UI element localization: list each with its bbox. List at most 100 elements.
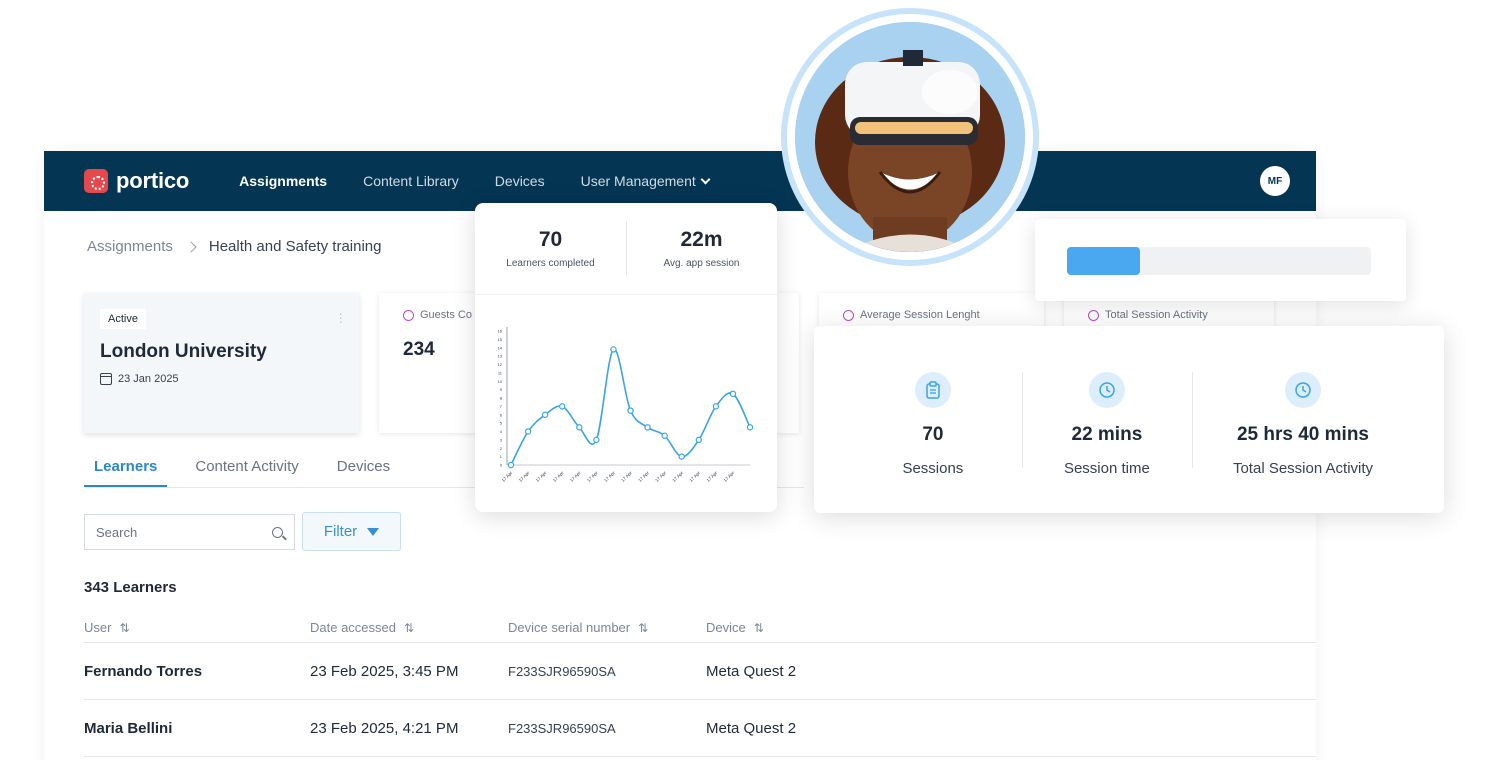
x-tick-label: 17 Apr bbox=[518, 470, 531, 483]
learners-table: User ⇅ Date accessed ⇅ Device serial numbe… bbox=[84, 613, 1316, 757]
sort-icon[interactable]: ⇅ bbox=[638, 621, 648, 635]
search-box[interactable] bbox=[84, 514, 295, 550]
data-point bbox=[712, 403, 720, 410]
kpi-learners-completed-value: 70 bbox=[538, 228, 563, 251]
tab-content-activity[interactable]: Content Activity bbox=[185, 451, 308, 487]
filter-button[interactable]: Filter bbox=[302, 512, 401, 551]
search-input[interactable] bbox=[96, 524, 272, 540]
y-tick-label: 14 bbox=[498, 345, 503, 350]
breadcrumb: Assignments Health and Safety training bbox=[87, 238, 382, 255]
nav-user-management-label: User Management bbox=[580, 173, 696, 189]
kpi-avg-app-session: 22m Avg. app session bbox=[626, 203, 777, 294]
cell-device: Meta Quest 2 bbox=[706, 662, 797, 680]
x-tick-label: 17 Apr bbox=[586, 470, 599, 483]
sort-icon[interactable]: ⇅ bbox=[119, 621, 129, 635]
learners-chart-card: 70 Learners completed 22m Avg. app sessi… bbox=[475, 203, 777, 512]
y-tick-label: 12 bbox=[498, 362, 503, 367]
x-tick-label: 17 Apr bbox=[654, 470, 667, 483]
y-tick-label: 13 bbox=[498, 354, 503, 359]
y-tick-label: 1 bbox=[500, 454, 503, 459]
y-tick-label: 8 bbox=[500, 396, 503, 401]
breadcrumb-current: Health and Safety training bbox=[208, 238, 382, 255]
guests-stat-label-text: Guests Co bbox=[420, 309, 472, 321]
progress-fill bbox=[1067, 247, 1140, 275]
main-nav: Assignments Content Library Devices User… bbox=[221, 173, 727, 189]
data-point bbox=[678, 453, 685, 460]
progress-card bbox=[1035, 219, 1406, 301]
sort-icon[interactable]: ⇅ bbox=[754, 621, 764, 635]
user-avatar[interactable]: MF bbox=[1260, 166, 1290, 196]
data-point bbox=[610, 346, 617, 353]
data-point bbox=[541, 411, 549, 418]
sessions-label: Sessions bbox=[902, 460, 964, 477]
filter-button-label: Filter bbox=[323, 523, 358, 540]
assignment-card[interactable]: Active · · · London University 23 Jan 2025 bbox=[84, 293, 359, 433]
column-header-label: User bbox=[84, 620, 112, 635]
x-tick-label: 17 Apr bbox=[637, 470, 650, 483]
y-tick-label: 7 bbox=[500, 404, 503, 409]
tab-learners[interactable]: Learners bbox=[84, 451, 168, 487]
total-activity-stat-label: Total Session Activity bbox=[1088, 309, 1250, 321]
data-point bbox=[627, 407, 634, 414]
column-header-date[interactable]: Date accessed ⇅ bbox=[310, 620, 508, 635]
data-point bbox=[507, 461, 515, 469]
y-tick-label: 9 bbox=[500, 387, 503, 392]
total-session-activity-value: 25 hrs 40 mins bbox=[1236, 424, 1370, 445]
breadcrumb-assignments-link[interactable]: Assignments bbox=[87, 238, 173, 255]
nav-user-management[interactable]: User Management bbox=[563, 173, 727, 189]
kpi-avg-app-session-value: 22m bbox=[680, 228, 723, 251]
total-activity-stat-label-text: Total Session Activity bbox=[1105, 309, 1208, 321]
y-tick-label: 0 bbox=[500, 463, 503, 468]
nav-devices[interactable]: Devices bbox=[477, 173, 563, 189]
x-tick-label: 17 Apr bbox=[688, 470, 701, 483]
table-row[interactable]: Fernando Torres 23 Feb 2025, 3:45 PM F23… bbox=[84, 643, 1316, 700]
top-navbar: portico Assignments Content Library Devi… bbox=[44, 151, 1316, 211]
total-session-activity-label: Total Session Activity bbox=[1232, 460, 1374, 477]
data-point bbox=[695, 436, 702, 444]
logo-mark-icon bbox=[84, 169, 108, 193]
table-header-row: User ⇅ Date accessed ⇅ Device serial numbe… bbox=[84, 613, 1316, 643]
sessions-value: 70 bbox=[922, 424, 944, 445]
vr-user-illustration bbox=[795, 22, 1025, 252]
y-tick-label: 2 bbox=[500, 446, 503, 451]
chevron-down-icon bbox=[700, 174, 711, 184]
more-options-icon[interactable]: · · · bbox=[338, 306, 343, 328]
assignment-date: 23 Jan 2025 bbox=[100, 373, 343, 385]
y-tick-label: 10 bbox=[498, 379, 503, 384]
column-header-user[interactable]: User ⇅ bbox=[84, 620, 310, 635]
assignment-date-text: 23 Jan 2025 bbox=[118, 373, 179, 385]
x-tick-label: 17 Apr bbox=[552, 470, 565, 483]
sessions-stat: 70 Sessions bbox=[844, 326, 1022, 513]
column-header-label: Date accessed bbox=[310, 620, 396, 635]
data-point bbox=[746, 424, 754, 431]
clock-icon bbox=[843, 309, 854, 321]
cell-date: 23 Feb 2025, 4:21 PM bbox=[310, 719, 459, 737]
data-point bbox=[524, 428, 532, 435]
clock-icon bbox=[1088, 372, 1125, 408]
assignment-title: London University bbox=[100, 341, 267, 362]
search-icon[interactable] bbox=[272, 526, 283, 538]
logo-text: portico bbox=[116, 168, 190, 193]
sessions-summary-card: 70 Sessions 22 mins Session time 25 hrs … bbox=[814, 326, 1444, 513]
y-tick-label: 5 bbox=[500, 421, 503, 426]
nav-content-library[interactable]: Content Library bbox=[345, 173, 477, 189]
vr-user-photo bbox=[795, 22, 1025, 252]
check-circle-icon bbox=[403, 309, 414, 321]
table-row[interactable]: Maria Bellini 23 Feb 2025, 4:21 PM F233S… bbox=[84, 700, 1316, 757]
data-point bbox=[729, 390, 737, 398]
data-point bbox=[593, 436, 600, 444]
stage: portico Assignments Content Library Devi… bbox=[0, 0, 1488, 760]
calendar-icon bbox=[100, 373, 112, 385]
chevron-right-icon bbox=[185, 240, 197, 253]
clipboard-icon bbox=[914, 372, 951, 408]
sort-icon[interactable]: ⇅ bbox=[404, 621, 414, 635]
x-tick-label: 17 Apr bbox=[569, 470, 582, 483]
progress-track bbox=[1067, 247, 1371, 275]
nav-assignments[interactable]: Assignments bbox=[221, 173, 345, 189]
column-header-serial[interactable]: Device serial number ⇅ bbox=[508, 620, 706, 635]
portico-logo[interactable]: portico bbox=[84, 168, 189, 194]
column-header-device[interactable]: Device ⇅ bbox=[706, 620, 906, 635]
tab-devices[interactable]: Devices bbox=[327, 451, 400, 487]
avg-session-stat-label: Average Session Lenght bbox=[843, 309, 1020, 321]
column-header-label: Device bbox=[706, 620, 746, 635]
